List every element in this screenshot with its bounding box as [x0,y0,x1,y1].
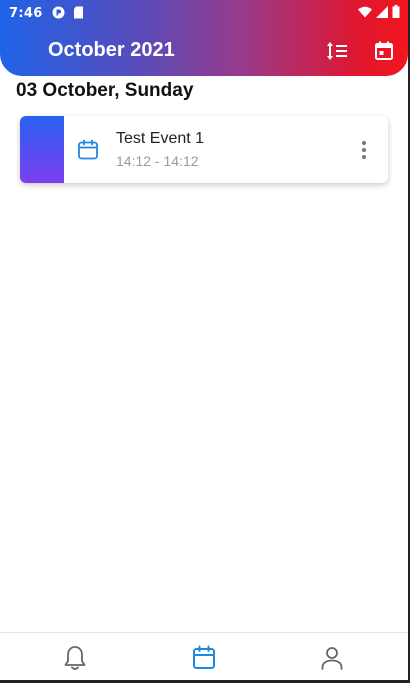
app-header: 7:46 October 2021 [0,0,408,76]
event-color-bar [20,116,64,183]
sort-icon [327,42,347,60]
event-time: 14:12 - 14:12 [116,153,199,169]
status-time: 7:46 [9,6,43,21]
sd-card-icon [74,6,83,19]
signal-icon [376,5,388,18]
wifi-icon [358,6,372,17]
status-bar: 7:46 [0,0,408,28]
calendar-icon [193,645,215,669]
nav-profile[interactable] [319,645,345,671]
status-system-icons [358,5,400,18]
bottom-navigation [0,632,408,680]
today-button[interactable] [371,38,397,64]
battery-icon [392,5,400,18]
person-icon [321,647,343,670]
more-dot [362,141,366,145]
app-notification-icon [52,6,65,19]
page-title: October 2021 [48,39,175,61]
event-card[interactable]: Test Event 1 14:12 - 14:12 [20,116,388,183]
nav-notifications[interactable] [62,645,88,671]
status-notification-icons [52,6,84,19]
more-dot [362,155,366,159]
more-options-icon[interactable] [354,138,374,162]
app-screen: 7:46 October 2021 03 October, Sunday Tes… [0,0,410,683]
event-title: Test Event 1 [116,130,205,147]
day-heading: 03 October, Sunday [16,80,194,101]
calendar-icon [77,139,99,165]
nav-calendar[interactable] [191,645,217,671]
bell-icon [64,646,86,670]
more-dot [362,148,366,152]
sort-button[interactable] [324,38,350,64]
calendar-today-icon [375,41,393,60]
